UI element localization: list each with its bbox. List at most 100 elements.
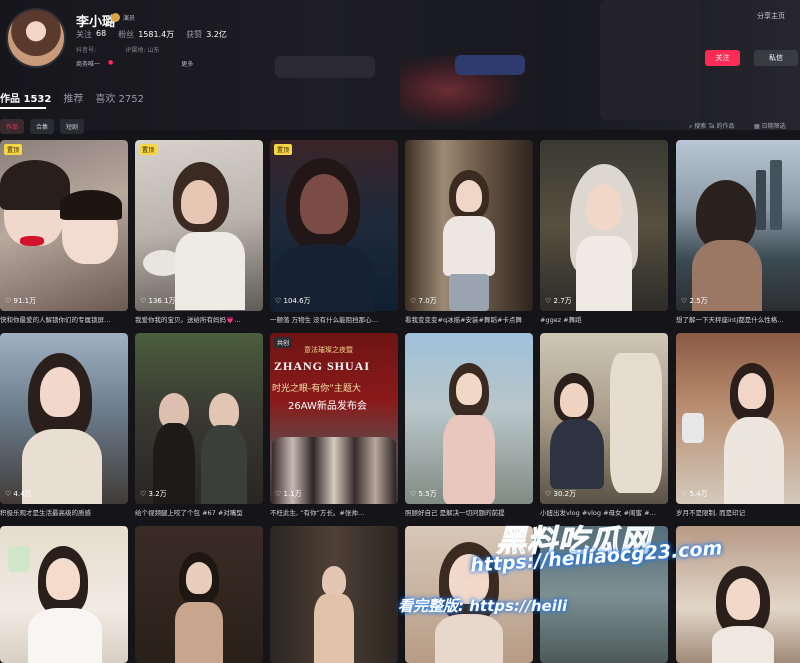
person-figure [756, 170, 766, 230]
tab-active-indicator [0, 107, 46, 109]
person-figure [46, 558, 80, 600]
person-figure [8, 546, 30, 572]
likes-value: 2.7万 [553, 297, 572, 305]
video-card[interactable]: ♡ 30.2万 小妞出发vlog #vlog #母女 #闺蜜 #… [540, 333, 668, 523]
verified-label: 演员 [123, 15, 136, 22]
message-button[interactable]: 私信 [754, 50, 798, 66]
person-figure [586, 184, 622, 230]
likes-value: 30.2万 [553, 490, 577, 498]
poster-line2: 时光之眼-有你”主题大 [272, 384, 361, 394]
person-figure [443, 415, 495, 504]
likes-count: ♡ 136.1万 [140, 297, 176, 305]
person-figure [186, 562, 212, 594]
likes-value: 1.1万 [283, 490, 302, 498]
likes-count: 3.2亿 [206, 30, 227, 39]
person-figure [726, 578, 760, 620]
likes-value: 104.6万 [283, 297, 311, 305]
person-figure [456, 180, 482, 212]
likes-value: 5.4万 [689, 490, 708, 498]
person-figure [435, 614, 503, 663]
banner-blur-4 [600, 0, 700, 120]
watermark-prefix: 看完整版: [398, 597, 464, 615]
person-figure [738, 373, 766, 409]
likes-count: ♡ 91.1万 [5, 297, 37, 305]
likes-value: 2.5万 [689, 297, 708, 305]
chip-works[interactable]: 作品 [0, 119, 25, 134]
video-caption[interactable]: #ggez #舞蹈 [540, 314, 668, 324]
likes-value: 5.5万 [418, 490, 437, 498]
person-figure [22, 429, 102, 504]
video-caption[interactable]: 积极乐观才是生活最高级的质感 [0, 507, 128, 517]
watermark-url-short: https://heili [469, 597, 568, 615]
video-thumbnail [135, 333, 263, 504]
search-label: 搜索 Ta 的作品 [694, 123, 735, 130]
likes-value: 91.1万 [13, 297, 37, 305]
likes-count: ♡ 2.5万 [681, 297, 708, 305]
poster-line3: 26AW新品发布会 [288, 401, 367, 412]
tab-recommend[interactable]: 推荐 [63, 90, 83, 105]
video-card[interactable]: ♡ 4.4万 积极乐观才是生活最高级的质感 [0, 333, 128, 523]
likes-count: ♡ 3.2万 [140, 490, 167, 498]
banner-blur-1 [275, 56, 375, 78]
video-caption[interactable]: 不枉此生, “有你”方长。#张帅… [270, 507, 398, 517]
video-card[interactable] [135, 526, 263, 663]
video-caption[interactable]: 想了解一下天秤座intj都是什么性格… [676, 314, 800, 324]
video-card[interactable]: ♡ 2.5万 想了解一下天秤座intj都是什么性格… [676, 140, 800, 330]
likes-value: 4.4万 [13, 490, 32, 498]
account-label: 抖音号: [76, 47, 97, 54]
fans-label[interactable]: 粉丝 [118, 29, 134, 40]
location-label: IP属地: 山东 [126, 47, 160, 54]
likes-count: ♡ 7.0万 [410, 297, 437, 305]
video-thumbnail [0, 140, 128, 311]
search-works[interactable]: ⌕ 搜索 Ta 的作品 [689, 121, 734, 131]
likes-value: 7.0万 [418, 297, 437, 305]
person-figure [550, 419, 604, 489]
pinned-badge: 置顶 [4, 144, 23, 155]
profile-meta-2: 商务唯一 ● 更多 [76, 59, 193, 68]
video-card[interactable]: 置顶 ♡ 136.1万 我爱你我的宝贝。送给所有妈妈💗… [135, 140, 263, 330]
video-card[interactable]: ♡ 2.7万 #ggez #舞蹈 [540, 140, 668, 330]
video-card[interactable] [270, 526, 398, 663]
video-card[interactable] [0, 526, 128, 663]
likes-count: ♡ 30.2万 [545, 490, 577, 498]
video-card[interactable]: ♡ 5.5万 照顾好自己 是解决一切问题的前提 [405, 333, 533, 523]
video-card[interactable]: 置顶 ♡ 104.6万 一颤落 万物生 没有什么能阻挡那心… [270, 140, 398, 330]
share-homepage-button[interactable]: 分享主页 [757, 11, 785, 21]
likes-count: ♡ 104.6万 [275, 297, 311, 305]
more-link[interactable]: 更多 [181, 59, 193, 68]
person-figure [712, 626, 774, 663]
video-caption[interactable]: 看我变变变#q冰摇#安装#舞蹈#卡点舞 [405, 314, 533, 324]
video-caption[interactable]: 给个视频腿上咬了个包 #67 #对嘴型 [135, 507, 263, 517]
likes-count: ♡ 5.4万 [681, 490, 708, 498]
chip-short-drama[interactable]: 短剧 [60, 119, 85, 134]
video-caption[interactable]: 一颤落 万物生 没有什么能阻挡那心… [270, 314, 398, 324]
avatar[interactable] [6, 8, 66, 68]
video-card[interactable]: ♡ 3.2万 给个视频腿上咬了个包 #67 #对嘴型 [135, 333, 263, 523]
date-filter-label: 日期筛选 [761, 123, 786, 130]
following-count[interactable]: 68 [96, 29, 106, 40]
banner-blur-3 [455, 55, 525, 75]
video-card[interactable]: 置顶 ♡ 91.1万 快和你最爱的人解锁你们的专属锁屏… [0, 140, 128, 330]
tab-works[interactable]: 作品 1532 [0, 90, 51, 105]
following-label[interactable]: 关注 [76, 29, 92, 40]
person-figure [209, 393, 239, 429]
video-card[interactable]: ♡ 5.4万 岁月不是限制, 而是印记 [676, 333, 800, 523]
fans-count[interactable]: 1581.4万 [138, 29, 174, 40]
date-filter[interactable]: ▦ 日期筛选 [754, 121, 786, 130]
follow-button[interactable]: 关注 [705, 50, 740, 66]
video-caption[interactable]: 我爱你我的宝贝。送给所有妈妈💗… [135, 314, 263, 324]
tab-likes[interactable]: 喜欢 2752 [95, 90, 144, 105]
video-thumbnail [0, 526, 128, 663]
video-thumbnail [0, 333, 128, 504]
video-card[interactable]: 意法璀璨之夜暨 ZHANG SHUAI 时光之眼-有你”主题大 26AW新品发布… [270, 333, 398, 523]
likes-count: ♡ 5.5万 [410, 490, 437, 498]
person-figure [682, 413, 704, 443]
co-create-badge: 共创 [274, 337, 293, 348]
video-caption[interactable]: 岁月不是限制, 而是印记 [676, 507, 800, 517]
person-figure [60, 190, 122, 220]
person-figure [610, 353, 662, 493]
video-card[interactable]: ♡ 7.0万 看我变变变#q冰摇#安装#舞蹈#卡点舞 [405, 140, 533, 330]
video-caption[interactable]: 快和你最爱的人解锁你们的专属锁屏… [0, 314, 128, 324]
chip-collections[interactable]: 合集 [30, 119, 55, 134]
person-figure [314, 594, 354, 663]
